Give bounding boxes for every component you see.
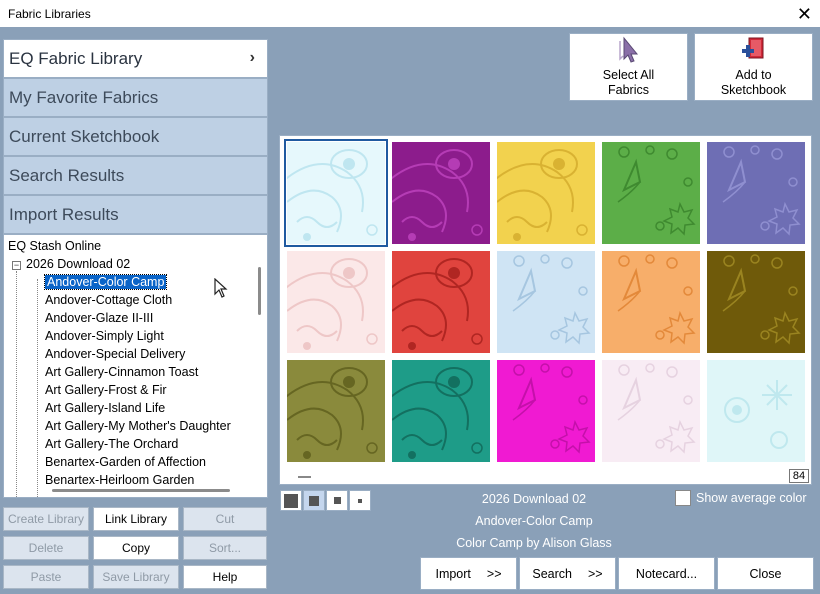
select-all-fabrics-button[interactable]: Select All Fabrics	[569, 33, 688, 101]
fabric-swatch[interactable]	[707, 360, 805, 462]
tab-label: Import Results	[9, 204, 119, 224]
tree-item[interactable]: Andover-Cottage Cloth	[45, 291, 172, 309]
fabric-swatch[interactable]	[392, 360, 490, 462]
tab-eq-fabric-library[interactable]: EQ Fabric Library ›	[3, 39, 268, 78]
average-color-checkbox[interactable]	[675, 490, 691, 506]
mouse-cursor-icon	[214, 277, 228, 303]
fabric-swatch[interactable]	[602, 142, 700, 244]
tab-my-favorite-fabrics[interactable]: My Favorite Fabrics	[3, 78, 268, 117]
select-all-label: Select All Fabrics	[602, 68, 655, 97]
collapse-toggle-icon[interactable]: −	[12, 261, 21, 270]
fabric-swatch[interactable]	[497, 360, 595, 462]
info-library: 2026 Download 02	[481, 492, 587, 506]
tab-label: Search Results	[9, 165, 125, 185]
sketchbook-add-icon	[741, 37, 763, 59]
size-large-button[interactable]	[280, 490, 302, 511]
info-collection: Andover-Color Camp	[475, 514, 593, 528]
tree-item[interactable]: Art Gallery-The Orchard	[45, 435, 178, 453]
tree-root[interactable]: EQ Stash Online	[8, 237, 101, 255]
paste-button[interactable]: Paste	[3, 565, 89, 589]
window-title: Fabric Libraries	[8, 6, 91, 21]
library-tree[interactable]: EQ Stash Online − 2026 Download 02 Andov…	[3, 234, 268, 498]
close-icon[interactable]: ✕	[797, 5, 812, 23]
fabric-swatch[interactable]	[392, 142, 490, 244]
cut-button[interactable]: Cut	[183, 507, 267, 531]
size-tiny-button[interactable]	[349, 490, 371, 511]
tab-search-results[interactable]: Search Results	[3, 156, 268, 195]
create-library-button[interactable]: Create Library	[3, 507, 89, 531]
fabric-swatch[interactable]	[497, 142, 595, 244]
horizontal-scrollbar[interactable]	[52, 489, 230, 492]
fabric-swatch[interactable]	[602, 360, 700, 462]
fabric-swatch[interactable]	[707, 142, 805, 244]
notecard-button[interactable]: Notecard...	[618, 557, 715, 590]
size-small-button[interactable]	[326, 490, 348, 511]
tab-import-results[interactable]: Import Results	[3, 195, 268, 234]
fabric-swatch[interactable]	[287, 360, 385, 462]
fabric-swatch[interactable]	[707, 251, 805, 353]
size-medium-button[interactable]	[303, 490, 325, 511]
vertical-scrollbar[interactable]	[258, 267, 261, 315]
fabric-grid[interactable]: 84	[279, 135, 812, 485]
tab-current-sketchbook[interactable]: Current Sketchbook	[3, 117, 268, 156]
tree-item[interactable]: Andover-Simply Light	[45, 327, 164, 345]
tab-label: Current Sketchbook	[9, 126, 160, 146]
chevron-right-icon: ›	[249, 49, 255, 66]
tab-label: EQ Fabric Library	[9, 48, 143, 68]
search-button[interactable]: Search >>	[519, 557, 616, 590]
tree-item[interactable]: Art Gallery-Cinnamon Toast	[45, 363, 198, 381]
sort-button[interactable]: Sort...	[183, 536, 267, 560]
tree-item[interactable]: Art Gallery-Island Life	[45, 399, 165, 417]
tree-item[interactable]: Art Gallery-My Mother's Daughter	[45, 417, 231, 435]
cursor-select-icon	[618, 36, 638, 63]
import-button[interactable]: Import >>	[420, 557, 517, 590]
tree-item[interactable]: Benartex-Heirloom Garden	[45, 471, 194, 489]
fabric-swatch[interactable]	[392, 251, 490, 353]
tree-item[interactable]: Andover-Color Camp	[43, 273, 168, 291]
show-average-color[interactable]: Show average color	[675, 490, 806, 506]
copy-button[interactable]: Copy	[93, 536, 179, 560]
fabric-swatch[interactable]	[497, 251, 595, 353]
fabric-swatch[interactable]	[602, 251, 700, 353]
fabric-swatch[interactable]	[287, 251, 385, 353]
link-library-button[interactable]: Link Library	[93, 507, 179, 531]
close-button[interactable]: Close	[717, 557, 814, 590]
tree-line	[16, 271, 17, 497]
horizontal-scrollbar[interactable]	[298, 476, 311, 478]
fabric-count: 84	[789, 469, 809, 483]
add-to-sketchbook-button[interactable]: Add to Sketchbook	[694, 33, 813, 101]
tree-item[interactable]: Art Gallery-Frost & Fir	[45, 381, 167, 399]
tab-label: My Favorite Fabrics	[9, 87, 159, 107]
tree-item[interactable]: Benartex-Garden of Affection	[45, 453, 206, 471]
average-color-label: Show average color	[696, 491, 807, 505]
tree-group[interactable]: 2026 Download 02	[26, 255, 130, 273]
tree-line	[37, 279, 38, 497]
info-designer: Color Camp by Alison Glass	[456, 536, 612, 550]
save-library-button[interactable]: Save Library	[93, 565, 179, 589]
tree-item[interactable]: Andover-Glaze II-III	[45, 309, 153, 327]
fabric-swatch[interactable]	[284, 139, 388, 247]
add-sketchbook-label: Add to Sketchbook	[720, 68, 787, 97]
tree-item[interactable]: Andover-Special Delivery	[45, 345, 185, 363]
title-bar: Fabric Libraries ✕	[0, 0, 820, 27]
help-button[interactable]: Help	[183, 565, 267, 589]
delete-button[interactable]: Delete	[3, 536, 89, 560]
